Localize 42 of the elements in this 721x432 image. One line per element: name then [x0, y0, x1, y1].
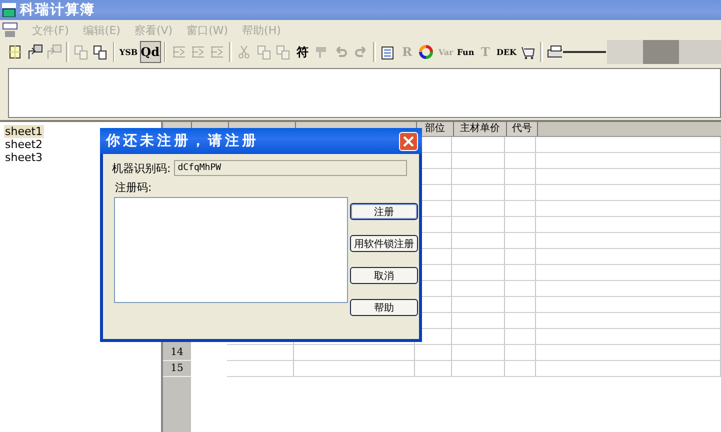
column-header: 主材单价	[454, 122, 507, 136]
sheet-item[interactable]: sheet2	[4, 138, 44, 151]
formula-field[interactable]	[8, 68, 721, 118]
copy-document-icon	[256, 44, 272, 60]
row-number: 15	[163, 361, 191, 377]
copy-document-icon	[275, 44, 292, 60]
copy-document-icon	[92, 44, 108, 60]
registration-code-label: 注册码:	[114, 180, 153, 196]
machine-code-field: dCfqMhPW	[174, 160, 407, 176]
dialog-button[interactable]: 注册	[350, 203, 418, 220]
rows-icon	[190, 44, 206, 60]
copy-document-icon	[73, 44, 90, 60]
dialog-title: 你还未注册，请注册	[106, 132, 259, 150]
printer-icon[interactable]	[546, 44, 562, 60]
dialog-button[interactable]: 取消	[350, 267, 418, 284]
sheet-item[interactable]: sheet3	[4, 151, 44, 164]
export-document-icon	[26, 44, 43, 60]
new-document-icon	[7, 44, 24, 60]
toolbar-button[interactable]: Fun	[456, 41, 476, 63]
toolbar-button[interactable]: YSB	[118, 41, 139, 63]
list-icon	[380, 44, 396, 60]
color-ring-icon	[418, 44, 434, 60]
scissors-icon	[236, 44, 252, 60]
sheet-item[interactable]: sheet1	[4, 125, 44, 138]
toolbar-button[interactable]: DEK	[496, 41, 518, 63]
machine-code-label: 机器识别码:	[112, 160, 171, 176]
close-button[interactable]	[399, 132, 418, 150]
app-menu-icon[interactable]	[2, 22, 18, 38]
registration-code-field[interactable]	[114, 197, 348, 303]
toolbar-button[interactable]: 符	[293, 41, 312, 63]
rows-icon	[209, 44, 226, 60]
app-logo-icon	[2, 3, 16, 17]
dialog-button[interactable]: 帮助	[350, 299, 418, 316]
horizontal-line-icon	[563, 51, 606, 53]
toolbar-button[interactable]: Qd	[140, 41, 161, 63]
close-icon	[403, 136, 414, 146]
export-document-icon	[46, 44, 62, 60]
rows-icon	[170, 44, 186, 60]
cart-icon	[520, 44, 536, 60]
window-title: 科瑞计算簿	[20, 1, 95, 19]
dialog-button[interactable]: 用软件锁注册	[350, 235, 418, 252]
row-number: 14	[163, 345, 191, 361]
